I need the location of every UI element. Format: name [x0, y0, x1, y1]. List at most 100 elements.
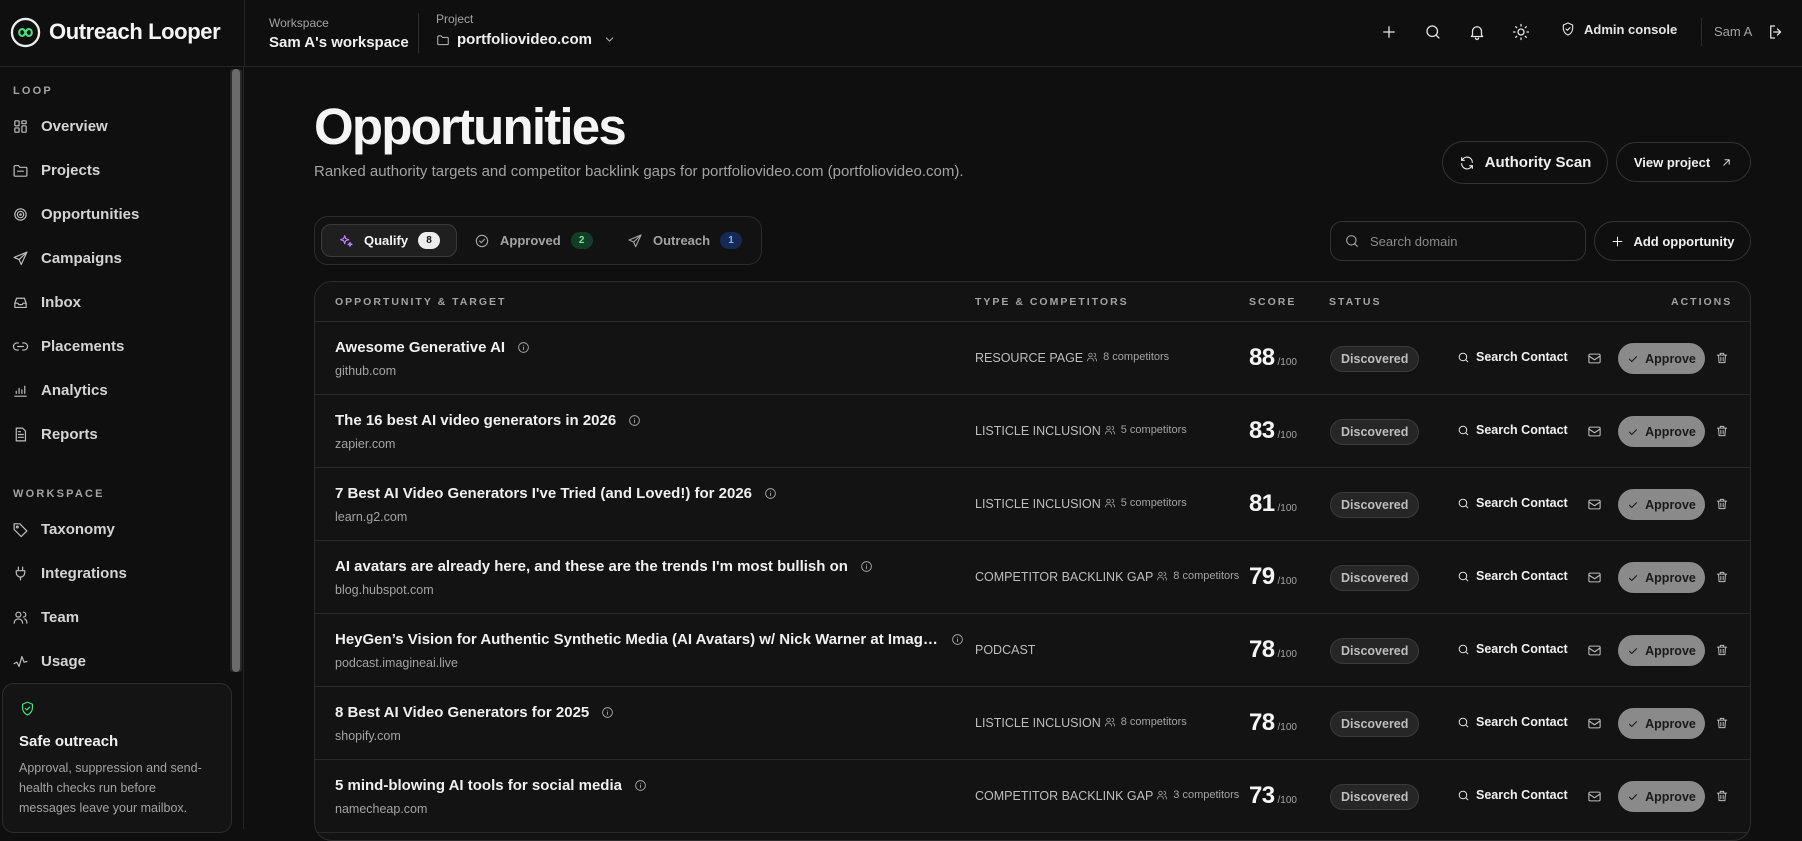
table-row[interactable]: Awesome Generative AI github.com RESOURC…: [315, 322, 1750, 395]
user-name[interactable]: Sam A: [1714, 24, 1752, 39]
trash-icon[interactable]: [1715, 716, 1729, 730]
info-icon[interactable]: [860, 560, 873, 573]
info-icon[interactable]: [601, 706, 614, 719]
approve-button[interactable]: Approve: [1618, 781, 1705, 812]
users-icon: [1104, 498, 1115, 508]
search-button[interactable]: [1422, 21, 1444, 43]
search-contact-button[interactable]: Search Contact: [1457, 715, 1568, 729]
bell-icon: [1470, 26, 1484, 41]
view-project-button[interactable]: View project: [1616, 142, 1751, 182]
sidebar-item-opportunities[interactable]: Opportunities: [12, 202, 139, 226]
search-contact-button[interactable]: Search Contact: [1457, 350, 1568, 364]
workspace-switcher[interactable]: Workspace Sam A's workspace: [269, 16, 409, 51]
sidebar-item-analytics[interactable]: Analytics: [12, 378, 108, 402]
trash-icon[interactable]: [1715, 789, 1729, 803]
project-switcher[interactable]: Project portfoliovideo.com: [436, 12, 616, 48]
add-opportunity-button[interactable]: Add opportunity: [1594, 221, 1751, 261]
add-button[interactable]: [1378, 21, 1400, 43]
info-icon[interactable]: [628, 414, 641, 427]
table-row[interactable]: The 16 best AI video generators in 2026 …: [315, 395, 1750, 468]
column-header-target[interactable]: OPPORTUNITY & TARGET: [335, 296, 506, 308]
sidebar-item-taxonomy[interactable]: Taxonomy: [12, 517, 115, 541]
score-suffix: /100: [1277, 722, 1297, 733]
sidebar-item-overview[interactable]: Overview: [12, 114, 108, 138]
authority-scan-button[interactable]: Authority Scan: [1442, 141, 1608, 184]
brand[interactable]: Outreach Looper: [10, 16, 221, 48]
opportunity-title[interactable]: HeyGen’s Vision for Authentic Synthetic …: [335, 631, 964, 648]
opportunity-title[interactable]: Awesome Generative AI: [335, 339, 530, 356]
status-badge: Discovered: [1330, 346, 1420, 372]
opportunity-title[interactable]: The 16 best AI video generators in 2026: [335, 412, 641, 429]
opportunity-title[interactable]: 8 Best AI Video Generators for 2025: [335, 704, 614, 721]
sidebar-item-team[interactable]: Team: [12, 605, 79, 629]
target-icon: [14, 207, 27, 221]
sidebar-item-usage[interactable]: Usage: [12, 649, 86, 673]
search-icon: [1426, 25, 1440, 39]
sidebar-item-inbox[interactable]: Inbox: [12, 290, 81, 314]
trash-icon[interactable]: [1715, 570, 1729, 584]
approve-button[interactable]: Approve: [1618, 708, 1705, 739]
mail-send-icon[interactable]: [1587, 643, 1602, 658]
opportunity-title[interactable]: 7 Best AI Video Generators I've Tried (a…: [335, 485, 777, 502]
opportunity-title-text: 8 Best AI Video Generators for 2025: [335, 704, 590, 721]
column-header-type[interactable]: TYPE & COMPETITORS: [975, 296, 1129, 308]
column-header-status[interactable]: STATUS: [1329, 296, 1381, 308]
trash-icon[interactable]: [1715, 424, 1729, 438]
approve-button[interactable]: Approve: [1618, 635, 1705, 666]
plus-icon: [1613, 236, 1623, 246]
mail-send-icon[interactable]: [1587, 716, 1602, 731]
info-icon[interactable]: [634, 779, 647, 792]
sidebar-scrollbar[interactable]: [230, 69, 242, 672]
mail-send-icon[interactable]: [1587, 497, 1602, 512]
search-contact-label: Search Contact: [1476, 715, 1568, 729]
mail-send-icon[interactable]: [1587, 351, 1602, 366]
tab-outreach[interactable]: Outreach 1: [611, 224, 758, 257]
sidebar-item-campaigns[interactable]: Campaigns: [12, 246, 122, 270]
sidebar-item-label: Projects: [41, 161, 101, 179]
approve-button[interactable]: Approve: [1618, 562, 1705, 593]
search-contact-button[interactable]: Search Contact: [1457, 788, 1568, 802]
status-badge: Discovered: [1330, 492, 1420, 518]
trash-icon[interactable]: [1715, 497, 1729, 511]
approve-button[interactable]: Approve: [1618, 416, 1705, 447]
mail-send-icon[interactable]: [1587, 570, 1602, 585]
sidebar-item-projects[interactable]: Projects: [12, 158, 100, 182]
mail-send-icon[interactable]: [1587, 424, 1602, 439]
sidebar-item-label: Reports: [41, 425, 98, 443]
info-icon[interactable]: [517, 341, 530, 354]
opportunity-title[interactable]: 5 mind-blowing AI tools for social media: [335, 777, 647, 794]
notifications-button[interactable]: [1466, 21, 1488, 43]
admin-console-button[interactable]: Admin console: [1560, 21, 1677, 37]
column-header-score[interactable]: SCORE: [1249, 296, 1296, 308]
table-row[interactable]: 5 mind-blowing AI tools for social media…: [315, 760, 1750, 833]
sidebar-item-reports[interactable]: Reports: [12, 422, 98, 446]
mail-send-icon[interactable]: [1587, 789, 1602, 804]
sidebar-item-label: Inbox: [41, 293, 81, 311]
info-icon[interactable]: [764, 487, 777, 500]
table-row[interactable]: HeyGen’s Vision for Authentic Synthetic …: [315, 614, 1750, 687]
opportunity-title[interactable]: AI avatars are already here, and these a…: [335, 558, 873, 575]
info-icon[interactable]: [951, 633, 964, 646]
tab-qualify[interactable]: Qualify 8: [321, 224, 458, 257]
approve-label: Approve: [1645, 351, 1696, 366]
trash-icon[interactable]: [1715, 643, 1729, 657]
logout-button[interactable]: [1765, 21, 1787, 43]
theme-toggle-button[interactable]: [1510, 21, 1532, 43]
trash-icon[interactable]: [1715, 351, 1729, 365]
table-row[interactable]: 7 Best AI Video Generators I've Tried (a…: [315, 468, 1750, 541]
approve-button[interactable]: Approve: [1618, 343, 1705, 374]
opportunity-type-label: PODCAST: [975, 643, 1036, 657]
table-row[interactable]: 8 Best AI Video Generators for 2025 shop…: [315, 687, 1750, 760]
sidebar-item-integrations[interactable]: Integrations: [12, 561, 127, 585]
search-contact-button[interactable]: Search Contact: [1457, 569, 1568, 583]
tab-approved[interactable]: Approved 2: [458, 224, 609, 257]
search-contact-button[interactable]: Search Contact: [1457, 496, 1568, 510]
sidebar-item-placements[interactable]: Placements: [12, 334, 124, 358]
search-contact-button[interactable]: Search Contact: [1457, 423, 1568, 437]
approve-label: Approve: [1645, 789, 1696, 804]
dashboard-icon: [14, 119, 27, 133]
table-row[interactable]: AI avatars are already here, and these a…: [315, 541, 1750, 614]
approve-button[interactable]: Approve: [1618, 489, 1705, 520]
search-contact-button[interactable]: Search Contact: [1457, 642, 1568, 656]
search-domain-input[interactable]: [1370, 233, 1570, 249]
